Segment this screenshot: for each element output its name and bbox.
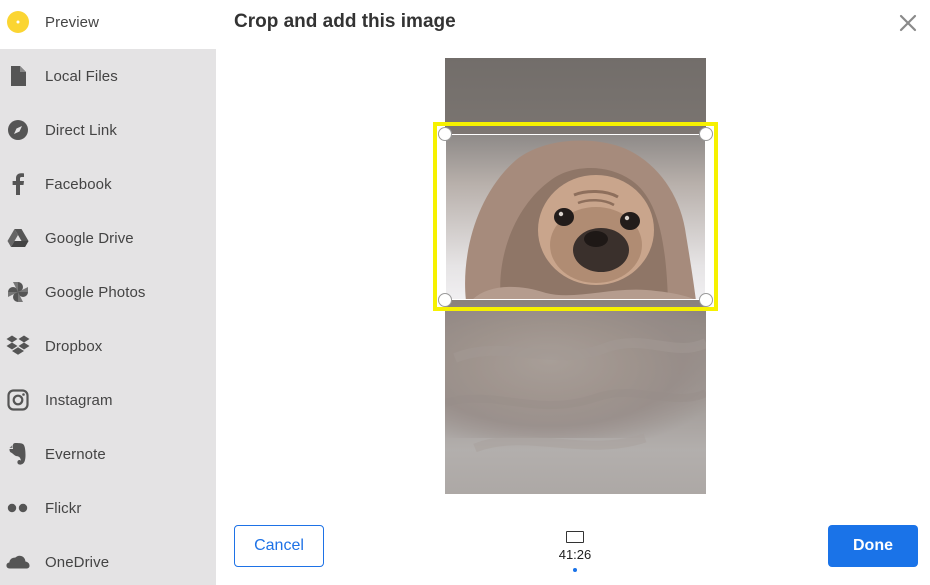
aspect-ratio-selected-indicator: [573, 568, 577, 572]
close-icon: [899, 14, 917, 32]
crop-handle-bottom-right[interactable]: [699, 293, 713, 307]
sidebar-item-label: Instagram: [45, 391, 113, 409]
sidebar-item-local-files[interactable]: Local Files: [0, 49, 216, 103]
done-button[interactable]: Done: [828, 525, 918, 567]
source-sidebar: Preview Local Files Direct Link Facebook: [0, 0, 216, 585]
instagram-icon: [6, 388, 30, 412]
sidebar-item-flickr[interactable]: Flickr: [0, 481, 216, 535]
sidebar-item-instagram[interactable]: Instagram: [0, 373, 216, 427]
close-button[interactable]: [897, 12, 919, 34]
sidebar-item-google-photos[interactable]: Google Photos: [0, 265, 216, 319]
sidebar-item-direct-link[interactable]: Direct Link: [0, 103, 216, 157]
sidebar-item-evernote[interactable]: Evernote: [0, 427, 216, 481]
sidebar-item-dropbox[interactable]: Dropbox: [0, 319, 216, 373]
sidebar-item-label: Google Photos: [45, 283, 146, 301]
pug-photo: [465, 140, 696, 299]
sidebar-item-label: Local Files: [45, 67, 118, 85]
sidebar-item-label: Facebook: [45, 175, 112, 193]
sidebar-item-label: Flickr: [45, 499, 82, 517]
cancel-button[interactable]: Cancel: [234, 525, 324, 567]
sidebar-item-preview[interactable]: Preview: [0, 0, 216, 49]
sidebar-item-label: Evernote: [45, 445, 106, 463]
upload-dialog: Preview Local Files Direct Link Facebook: [0, 0, 930, 585]
sidebar-item-label: Direct Link: [45, 121, 117, 139]
dropbox-icon: [6, 334, 30, 358]
crop-outside-overlay-top: [445, 58, 706, 134]
crop-handle-bottom-left[interactable]: [438, 293, 452, 307]
crop-outside-overlay-bottom: [445, 300, 706, 494]
evernote-icon: [6, 442, 30, 466]
google-drive-icon: [6, 226, 30, 250]
sidebar-item-label: Preview: [45, 13, 100, 31]
onedrive-icon: [6, 550, 30, 574]
google-photos-icon: [6, 280, 30, 304]
facebook-icon: [6, 172, 30, 196]
sidebar-item-facebook[interactable]: Facebook: [0, 157, 216, 211]
sidebar-item-google-drive[interactable]: Google Drive: [0, 211, 216, 265]
aspect-ratio-icon: [566, 531, 584, 543]
sidebar-item-label: Google Drive: [45, 229, 134, 247]
sidebar-item-label: Dropbox: [45, 337, 103, 355]
sidebar-item-label: OneDrive: [45, 553, 110, 571]
crop-handle-top-right[interactable]: [699, 127, 713, 141]
sidebar-item-onedrive[interactable]: OneDrive: [0, 535, 216, 585]
aspect-ratio-selector[interactable]: 41:26: [545, 528, 605, 576]
aspect-ratio-label: 41:26: [558, 547, 592, 562]
crop-selection[interactable]: [445, 134, 706, 300]
crop-handle-top-left[interactable]: [438, 127, 452, 141]
dialog-title: Crop and add this image: [234, 11, 456, 32]
compass-icon: [6, 118, 30, 142]
file-icon: [6, 64, 30, 88]
preview-dot-icon: [6, 10, 30, 34]
flickr-icon: [6, 496, 30, 520]
